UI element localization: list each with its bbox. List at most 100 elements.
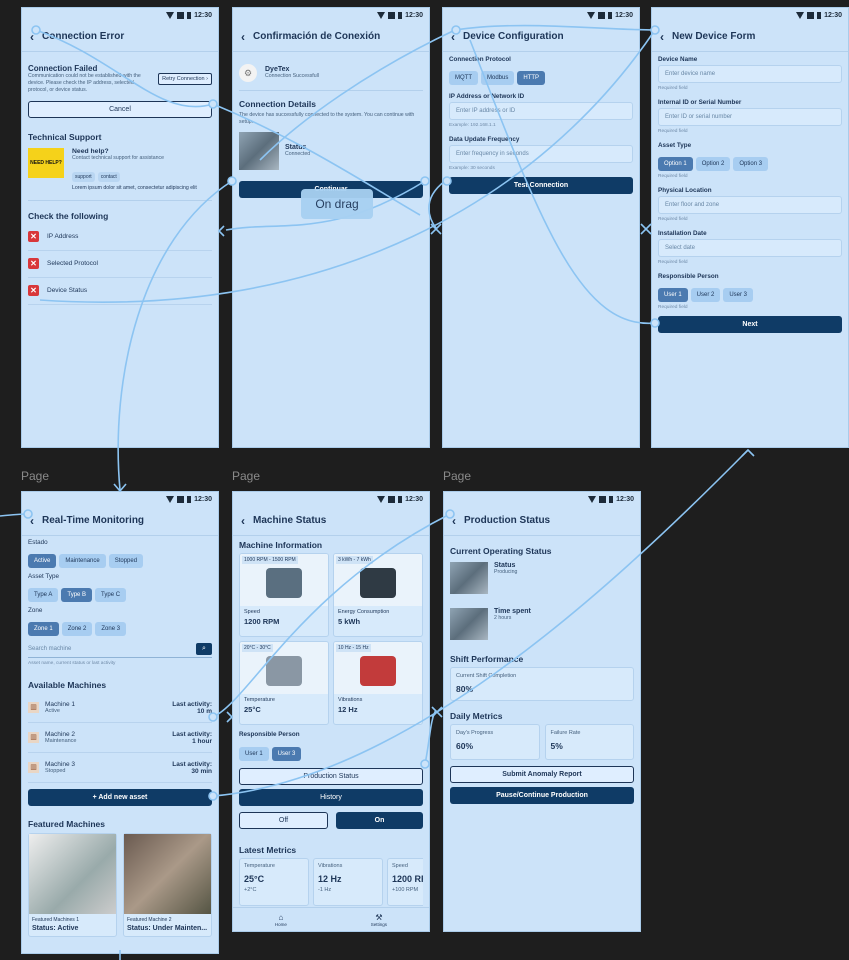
wire-arrow [430, 223, 442, 235]
screen-new-device-form: 12:30 ‹ New Device Form Device Name Enter… [651, 7, 849, 448]
battery-icon [187, 11, 192, 19]
featured-card-2[interactable]: Featured Machine 2 Status: Under Mainten… [123, 833, 212, 937]
status-label: Status [285, 143, 307, 151]
estado-stopped[interactable]: Stopped [108, 554, 144, 568]
page-title: Device Configuration [463, 31, 564, 42]
pause-production-button[interactable]: Pause/Continue Production [450, 787, 634, 804]
nav-home[interactable]: ⌂ Home [275, 913, 287, 927]
zone-3[interactable]: Zone 3 [95, 622, 127, 636]
screen-device-configuration: 12:30 ‹ Device Configuration Connection P… [442, 7, 640, 448]
machine-row[interactable]: ▥ Machine 2 Maintenance Last activity: 1 h… [28, 723, 212, 753]
machine-info-card[interactable]: 10 Hz - 15 Hz Vibrations 12 Hz [333, 641, 423, 725]
location-input[interactable]: Enter floor and zone [658, 196, 842, 214]
protocol-modbus[interactable]: Modbus [481, 71, 515, 85]
nav-settings[interactable]: ⚒ Settings [371, 913, 387, 927]
person-user-2[interactable]: User 2 [690, 288, 721, 302]
activity-label: Last activity: [172, 700, 212, 708]
required-note: Required field [658, 174, 688, 179]
header: ‹ Connection Error [22, 22, 218, 52]
required-note: Required field [658, 217, 688, 222]
estado-maintenance[interactable]: Maintenance [59, 554, 106, 568]
featured-status: Status: Active [32, 925, 79, 932]
id-label: Internal ID or Serial Number [658, 99, 742, 106]
add-asset-button[interactable]: + Add new asset [28, 789, 212, 806]
signal-icon [598, 11, 606, 19]
required-note: Required field [658, 305, 688, 310]
back-icon[interactable]: ‹ [30, 514, 34, 528]
wire-arrow [431, 706, 443, 718]
latest-title: Latest Metrics [239, 845, 297, 855]
header: ‹ Real-Time Monitoring [22, 506, 218, 536]
back-icon[interactable]: ‹ [241, 30, 245, 44]
factory-icon: ▥ [28, 762, 39, 773]
retry-label: Retry Connection [162, 75, 205, 82]
asset-type-c[interactable]: Type C [95, 588, 127, 602]
back-icon[interactable]: ‹ [660, 30, 664, 44]
submit-anomaly-button[interactable]: Submit Anomaly Report [450, 766, 634, 783]
asset-type-a[interactable]: Type A [28, 588, 59, 602]
protocol-mqtt[interactable]: MQTT [449, 71, 478, 85]
freq-label: Data Update Frequency [449, 136, 520, 143]
person-user-3[interactable]: User 3 [723, 288, 754, 302]
asset-type-b[interactable]: Type B [61, 588, 93, 602]
metric-delta: -1 Hz [318, 887, 332, 893]
person-user-1[interactable]: User 1 [658, 288, 688, 302]
brand-logo-icon: ⚙ [239, 64, 257, 82]
machine-row[interactable]: ▥ Machine 3 Stopped Last activity: 30 min [28, 753, 212, 783]
zone-1[interactable]: Zone 1 [28, 622, 59, 636]
tag-support[interactable]: support [72, 172, 95, 182]
off-button[interactable]: Off [239, 812, 328, 829]
on-button[interactable]: On [336, 812, 423, 829]
serial-input[interactable]: Enter ID or serial number [658, 108, 842, 126]
featured-title: Featured Machines [28, 819, 105, 829]
machine-info-card[interactable]: 1000 RPM - 1500 RPM Speed 1200 RPM [239, 553, 329, 637]
featured-card-1[interactable]: Featured Machines 1 Status: Active [28, 833, 117, 937]
header: ‹ New Device Form [652, 22, 848, 52]
wifi-icon [588, 495, 597, 503]
type-option-1[interactable]: Option 1 [658, 157, 693, 171]
tag-contact[interactable]: contact [97, 172, 120, 182]
header: ‹ Production Status [444, 506, 640, 536]
page-label: Page [21, 469, 50, 483]
history-button[interactable]: History [239, 789, 423, 806]
type-option-2[interactable]: Option 2 [695, 157, 731, 171]
machine-info-card[interactable]: 20°C - 30°C Temperature 25°C [239, 641, 329, 725]
protocol-http[interactable]: HTTP [517, 71, 546, 85]
protocol-label: Connection Protocol [449, 56, 511, 63]
date-input[interactable]: Select date [658, 239, 842, 257]
help-desc: Contact technical support for assistance [72, 155, 164, 162]
back-icon[interactable]: ‹ [241, 514, 245, 528]
search-icon[interactable]: ⌕ [196, 643, 212, 655]
search-input[interactable]: Search machine [28, 646, 71, 652]
production-status-button[interactable]: Production Status [239, 768, 423, 785]
header: ‹ Machine Status [233, 506, 429, 536]
next-button[interactable]: Next [658, 316, 842, 333]
back-icon[interactable]: ‹ [452, 514, 456, 528]
ip-input[interactable]: Enter IP address or ID [449, 102, 633, 120]
machine-info-card[interactable]: 3 kWh - 7 kWh Energy Consumption 5 kWh [333, 553, 423, 637]
back-icon[interactable]: ‹ [30, 30, 34, 44]
clock: 12:30 [405, 11, 423, 19]
person-user-3[interactable]: User 3 [271, 747, 302, 761]
machine-status: Active [45, 708, 60, 714]
estado-active[interactable]: Active [28, 554, 57, 568]
cancel-button[interactable]: Cancel [28, 101, 212, 119]
card-value: 1200 RPM [244, 617, 280, 626]
x-icon: ✕ [28, 258, 39, 270]
retry-button[interactable]: Retry Connection › [158, 72, 212, 85]
person-user-1[interactable]: User 1 [239, 747, 269, 761]
machine-row[interactable]: ▥ Machine 1 Active Last activity: 10 m [28, 693, 212, 723]
test-connection-button[interactable]: Test Connection [449, 177, 633, 194]
clock: 12:30 [405, 495, 423, 503]
freq-input[interactable]: Enter frequency in seconds [449, 145, 633, 163]
type-option-3[interactable]: Option 3 [733, 157, 769, 171]
daily-value: 5% [550, 741, 563, 751]
page-title: Confirmación de Conexión [253, 31, 381, 42]
header: ‹ Confirmación de Conexión [233, 22, 429, 52]
device-name-input[interactable]: Enter device name [658, 65, 842, 83]
zone-2[interactable]: Zone 2 [61, 622, 93, 636]
sensor-image: 1000 RPM - 1500 RPM [240, 554, 328, 606]
status-label: Status [494, 562, 516, 569]
machine-name: Machine 1 [45, 701, 75, 708]
back-icon[interactable]: ‹ [451, 30, 455, 44]
